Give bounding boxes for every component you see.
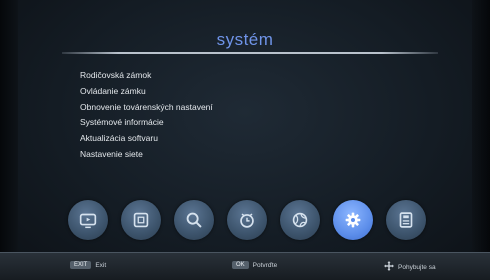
menu-item-lock-control[interactable]: Ovládanie zámku (80, 84, 213, 100)
title-divider (62, 52, 438, 54)
clock-icon[interactable] (227, 200, 267, 240)
gear-icon[interactable] (333, 200, 373, 240)
picture-icon[interactable] (121, 200, 161, 240)
exit-hint-label: Exit (95, 261, 107, 269)
menu-item-software-update[interactable]: Aktualizácia softvaru (80, 131, 213, 147)
arrows-icon (384, 261, 394, 273)
tv-screen: systém Rodičovská zámok Ovládanie zámku … (0, 0, 490, 280)
move-hint: Pohybujte sa (384, 261, 436, 273)
ok-hint: OK Potvrďte (232, 261, 277, 269)
system-menu: Rodičovská zámok Ovládanie zámku Obnoven… (80, 68, 213, 163)
search-icon[interactable] (174, 200, 214, 240)
menu-item-network-settings[interactable]: Nastavenie siete (80, 147, 213, 163)
main-menu-icons (68, 200, 428, 244)
tv-icon[interactable] (68, 200, 108, 240)
globe-icon[interactable] (280, 200, 320, 240)
exit-key[interactable]: EXIT (70, 261, 92, 269)
move-hint-label: Pohybujte sa (398, 263, 436, 271)
page-title: systém (216, 30, 274, 49)
menu-item-system-info[interactable]: Systémové informácie (80, 115, 213, 131)
ok-hint-label: Potvrďte (252, 261, 278, 269)
menu-item-factory-reset[interactable]: Obnovenie továrenských nastavení (80, 100, 213, 116)
ok-key[interactable]: OK (232, 261, 249, 269)
menu-item-parental-lock[interactable]: Rodičovská zámok (80, 68, 213, 84)
exit-hint: EXIT Exit (70, 261, 106, 269)
storage-icon[interactable] (386, 200, 426, 240)
